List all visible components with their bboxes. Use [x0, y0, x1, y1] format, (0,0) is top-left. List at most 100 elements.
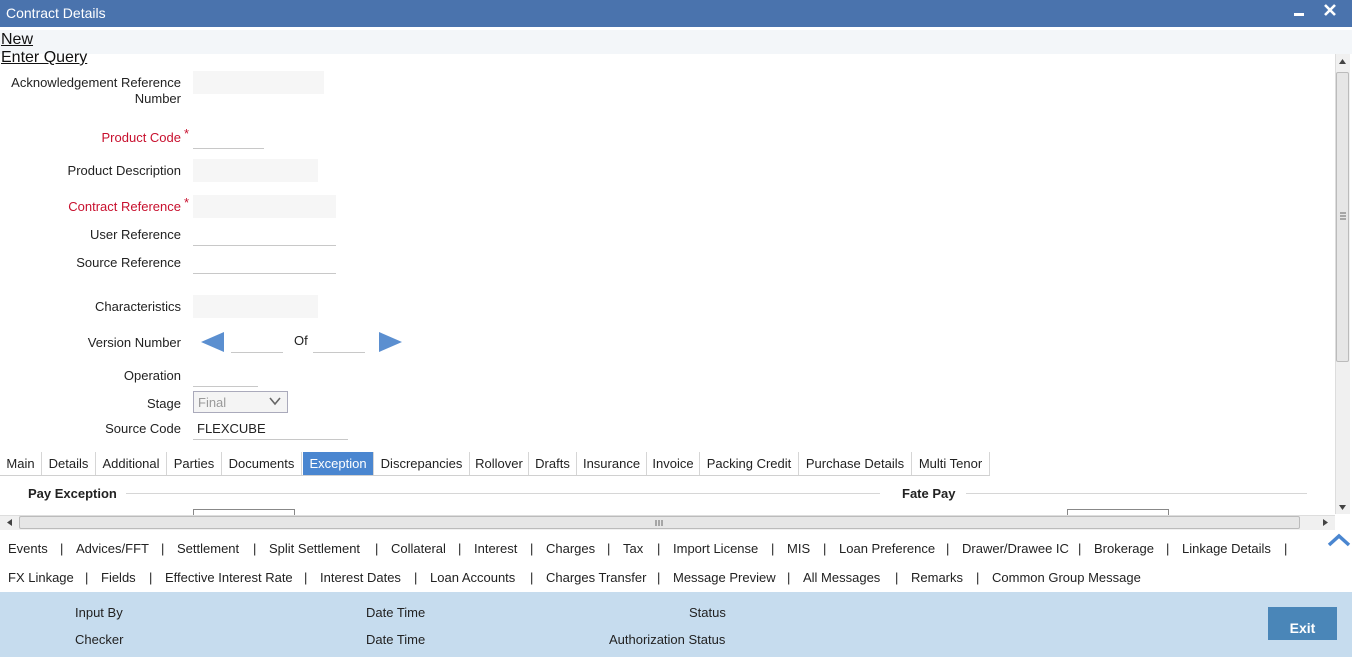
nav-events[interactable]: Events [8, 541, 48, 556]
tab-insurance[interactable]: Insurance [577, 452, 647, 476]
nav-drawer-drawee-ic[interactable]: Drawer/Drawee IC [962, 541, 1069, 556]
product-code-required-mark: * [184, 126, 190, 141]
nav-loan-accounts[interactable]: Loan Accounts [430, 570, 515, 585]
nav-separator: | [530, 541, 534, 556]
close-icon[interactable] [1323, 0, 1337, 28]
scroll-down-arrow-icon[interactable] [1338, 503, 1347, 512]
scroll-left-arrow-icon[interactable] [5, 518, 14, 527]
contract-ref-label: Contract Reference [68, 199, 181, 214]
nav-message-preview[interactable]: Message Preview [673, 570, 776, 585]
window-titlebar: Contract Details [0, 0, 1352, 27]
previous-version-icon[interactable] [200, 331, 226, 353]
nav-tax[interactable]: Tax [623, 541, 643, 556]
nav-fields[interactable]: Fields [101, 570, 136, 585]
nav-charges[interactable]: Charges [546, 541, 595, 556]
stage-select[interactable]: Final [193, 391, 288, 413]
scroll-up-arrow-icon[interactable] [1338, 57, 1347, 66]
nav-separator: | [458, 541, 462, 556]
tab-parties[interactable]: Parties [167, 452, 222, 476]
next-version-icon[interactable] [377, 331, 403, 353]
ack-ref-field[interactable] [193, 71, 324, 94]
stage-label: Stage [147, 396, 181, 411]
nav-charges-transfer[interactable]: Charges Transfer [546, 570, 646, 585]
of-label: Of [294, 333, 308, 348]
contract-ref-field[interactable] [193, 195, 336, 218]
nav-import-license[interactable]: Import License [673, 541, 758, 556]
nav-fx-linkage[interactable]: FX Linkage [8, 570, 74, 585]
tab-drafts[interactable]: Drafts [529, 452, 577, 476]
user-ref-field[interactable] [193, 223, 336, 246]
nav-separator: | [976, 570, 980, 585]
nav-remarks[interactable]: Remarks [911, 570, 963, 585]
tab-documents[interactable]: Documents [222, 452, 302, 476]
nav-loan-preference[interactable]: Loan Preference [839, 541, 935, 556]
fate-pay-divider [966, 493, 1307, 494]
nav-interest-dates[interactable]: Interest Dates [320, 570, 401, 585]
version-number-field[interactable] [231, 330, 283, 353]
scroll-right-arrow-icon[interactable] [1321, 518, 1330, 527]
nav-separator: | [375, 541, 379, 556]
vertical-scroll-thumb[interactable] [1336, 72, 1349, 362]
tab-details[interactable]: Details [42, 452, 96, 476]
source-code-label: Source Code [105, 421, 181, 436]
nav-brokerage[interactable]: Brokerage [1094, 541, 1154, 556]
tab-purchase-details[interactable]: Purchase Details [799, 452, 912, 476]
nav-advices-fft[interactable]: Advices/FFT [76, 541, 149, 556]
new-link[interactable]: New [1, 31, 33, 49]
authorization-status-label: Authorization Status [609, 632, 726, 647]
nav-common-group-message[interactable]: Common Group Message [992, 570, 1141, 585]
menu-band [0, 30, 1352, 54]
horizontal-scroll-thumb[interactable] [19, 516, 1300, 529]
nav-mis[interactable]: MIS [787, 541, 810, 556]
chevron-down-icon [269, 397, 281, 406]
minimize-icon[interactable] [1293, 3, 1305, 24]
nav-separator: | [414, 570, 418, 585]
nav-separator: | [823, 541, 827, 556]
checker-date-time-label: Date Time [366, 632, 426, 647]
nav-linkage-details[interactable]: Linkage Details [1182, 541, 1271, 556]
tab-main[interactable]: Main [0, 452, 42, 476]
nav-separator: | [607, 541, 611, 556]
exit-button[interactable]: Exit [1268, 607, 1337, 640]
nav-separator: | [946, 541, 950, 556]
source-code-field[interactable]: FLEXCUBE [193, 417, 348, 440]
product-code-field[interactable] [193, 126, 264, 149]
tab-underline [0, 475, 990, 476]
nav-split-settlement[interactable]: Split Settlement [269, 541, 360, 556]
product-code-label: Product Code [101, 130, 182, 145]
tab-invoice[interactable]: Invoice [647, 452, 700, 476]
nav-interest[interactable]: Interest [474, 541, 517, 556]
window-title: Contract Details [6, 5, 106, 21]
characteristics-field[interactable] [193, 295, 318, 318]
tab-rollover[interactable]: Rollover [470, 452, 529, 476]
stage-select-value: Final [198, 395, 227, 410]
tab-multi-tenor[interactable]: Multi Tenor [912, 452, 990, 476]
nav-separator: | [161, 541, 165, 556]
total-versions-field[interactable] [313, 330, 365, 353]
nav-all-messages[interactable]: All Messages [803, 570, 880, 585]
tab-packing-credit[interactable]: Packing Credit [700, 452, 799, 476]
nav-separator: | [85, 570, 89, 585]
source-ref-field[interactable] [193, 251, 336, 274]
tab-additional[interactable]: Additional [96, 452, 167, 476]
nav-collateral[interactable]: Collateral [391, 541, 446, 556]
collapse-up-icon[interactable] [1327, 532, 1351, 548]
nav-separator: | [657, 570, 661, 585]
nav-separator: | [149, 570, 153, 585]
tab-exception[interactable]: Exception [303, 452, 374, 476]
nav-settlement[interactable]: Settlement [177, 541, 239, 556]
product-desc-field[interactable] [193, 159, 318, 182]
nav-separator: | [771, 541, 775, 556]
tab-discrepancies[interactable]: Discrepancies [374, 452, 470, 476]
operation-field[interactable] [193, 364, 258, 387]
user-ref-label: User Reference [89, 227, 181, 242]
nav-effective-interest-rate[interactable]: Effective Interest Rate [165, 570, 293, 585]
nav-separator: | [1166, 541, 1170, 556]
operation-label: Operation [123, 368, 181, 383]
nav-separator: | [787, 570, 791, 585]
audit-footer [0, 592, 1352, 657]
pay-exception-heading: Pay Exception [28, 486, 117, 501]
enter-query-link[interactable]: Enter Query [1, 49, 87, 67]
ack-ref-label-line1: Acknowledgement Reference [11, 75, 181, 90]
checker-label: Checker [75, 632, 124, 647]
